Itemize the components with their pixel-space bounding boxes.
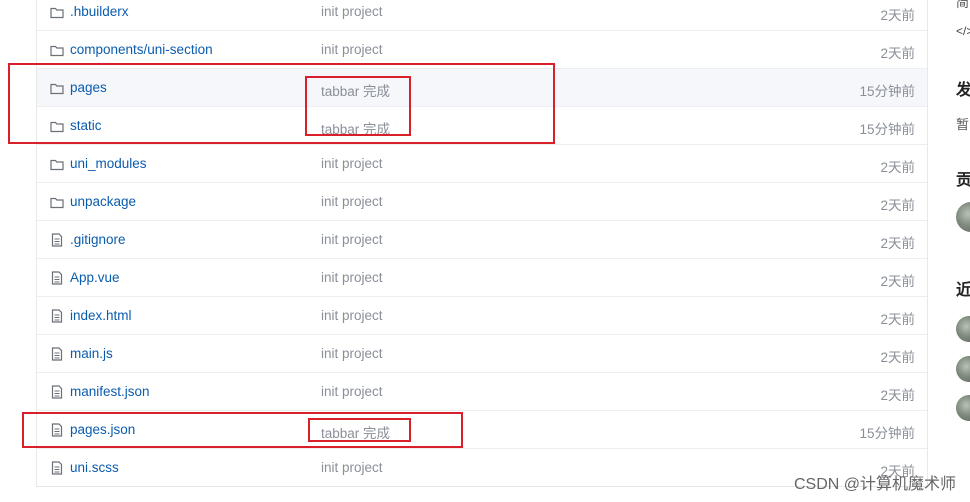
- avatar[interactable]: [956, 395, 970, 421]
- file-name-link[interactable]: .gitignore: [70, 232, 126, 247]
- commit-message[interactable]: init project: [321, 308, 383, 323]
- file-name-link[interactable]: pages: [70, 80, 107, 95]
- file-name-link[interactable]: uni.scss: [70, 460, 119, 475]
- commit-message[interactable]: tabbar 完成: [321, 80, 390, 100]
- commit-message[interactable]: init project: [321, 232, 383, 247]
- file-icon: [50, 309, 64, 323]
- file-icon: [50, 233, 64, 247]
- file-icon: [50, 385, 64, 399]
- folder-icon: [50, 81, 64, 95]
- file-icon: [50, 423, 64, 437]
- file-row[interactable]: index.html init project 2天前: [37, 296, 927, 334]
- file-name-link[interactable]: main.js: [70, 346, 113, 361]
- commit-time: 2天前: [880, 46, 915, 61]
- file-row[interactable]: .hbuilderx init project 2天前: [37, 0, 927, 30]
- code-icon: </>: [956, 24, 970, 38]
- commit-time: 2天前: [880, 274, 915, 289]
- avatar[interactable]: [956, 202, 970, 232]
- commit-message[interactable]: tabbar 完成: [321, 422, 390, 442]
- commit-message[interactable]: init project: [321, 194, 383, 209]
- folder-icon: [50, 43, 64, 57]
- commit-time: 15分钟前: [859, 122, 915, 137]
- commit-time: 2天前: [880, 198, 915, 213]
- commit-time: 15分钟前: [859, 84, 915, 99]
- folder-icon: [50, 5, 64, 19]
- file-row[interactable]: manifest.json init project 2天前: [37, 372, 927, 410]
- file-icon: [50, 461, 64, 475]
- commit-time: 2天前: [880, 312, 915, 327]
- sidebar-intro-text: 简: [956, 0, 970, 10]
- file-name-link[interactable]: pages.json: [70, 422, 135, 437]
- file-icon: [50, 347, 64, 361]
- contributors-heading: 贡: [956, 172, 970, 189]
- commit-message[interactable]: init project: [321, 460, 383, 475]
- releases-heading: 发: [956, 82, 970, 99]
- file-list-table: .hbuilderx init project 2天前 components/u…: [36, 0, 928, 487]
- file-row[interactable]: static tabbar 完成 15分钟前: [37, 106, 927, 144]
- file-row[interactable]: App.vue init project 2天前: [37, 258, 927, 296]
- commit-time: 2天前: [880, 388, 915, 403]
- file-row[interactable]: .gitignore init project 2天前: [37, 220, 927, 258]
- file-name-link[interactable]: static: [70, 118, 102, 133]
- commit-time: 2天前: [880, 236, 915, 251]
- file-row[interactable]: pages.json tabbar 完成 15分钟前: [37, 410, 927, 448]
- right-sidebar: 简 </> 发 暂 贡 近: [948, 0, 970, 502]
- recent-activity-heading: 近: [956, 282, 970, 299]
- commit-message[interactable]: init project: [321, 270, 383, 285]
- commit-message[interactable]: init project: [321, 156, 383, 171]
- file-row[interactable]: uni_modules init project 2天前: [37, 144, 927, 182]
- commit-message[interactable]: init project: [321, 4, 383, 19]
- commit-time: 2天前: [880, 160, 915, 175]
- file-icon: [50, 271, 64, 285]
- releases-empty-text: 暂: [956, 117, 970, 132]
- commit-message[interactable]: init project: [321, 346, 383, 361]
- watermark: CSDN @计算机魔术师: [793, 476, 956, 493]
- commit-message[interactable]: init project: [321, 384, 383, 399]
- avatar[interactable]: [956, 316, 970, 342]
- file-name-link[interactable]: uni_modules: [70, 156, 147, 171]
- file-row[interactable]: main.js init project 2天前: [37, 334, 927, 372]
- folder-icon: [50, 119, 64, 133]
- file-name-link[interactable]: App.vue: [70, 270, 120, 285]
- file-name-link[interactable]: manifest.json: [70, 384, 150, 399]
- file-row[interactable]: components/uni-section init project 2天前: [37, 30, 927, 68]
- file-name-link[interactable]: components/uni-section: [70, 42, 213, 57]
- commit-message[interactable]: tabbar 完成: [321, 118, 390, 138]
- commit-time: 2天前: [880, 8, 915, 23]
- commit-time: 2天前: [880, 350, 915, 365]
- folder-icon: [50, 195, 64, 209]
- file-row[interactable]: pages tabbar 完成 15分钟前: [37, 68, 927, 106]
- folder-icon: [50, 157, 64, 171]
- commit-time: 15分钟前: [859, 426, 915, 441]
- file-name-link[interactable]: unpackage: [70, 194, 136, 209]
- avatar[interactable]: [956, 356, 970, 382]
- commit-message[interactable]: init project: [321, 42, 383, 57]
- file-name-link[interactable]: .hbuilderx: [70, 4, 129, 19]
- file-row[interactable]: unpackage init project 2天前: [37, 182, 927, 220]
- file-name-link[interactable]: index.html: [70, 308, 132, 323]
